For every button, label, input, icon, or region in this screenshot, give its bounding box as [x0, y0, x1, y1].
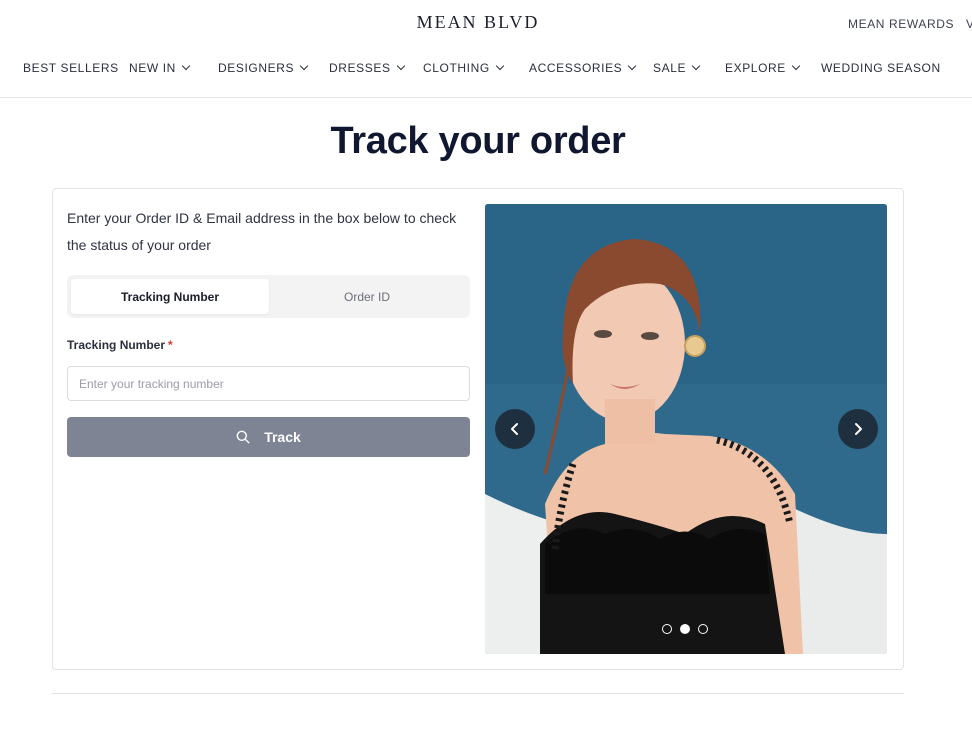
carousel-dot[interactable] — [698, 624, 708, 634]
main-nav: BEST SELLERS NEW IN DESIGNERS DRESSES CL… — [0, 61, 972, 77]
nav-label: DESIGNERS — [218, 61, 295, 75]
rewards-link[interactable]: MEAN REWARDS — [848, 17, 954, 31]
chevron-down-icon — [181, 61, 191, 71]
chevron-down-icon — [628, 61, 637, 71]
nav-item-wedding-season[interactable]: WEDDING SEASON — [821, 61, 941, 75]
tab-tracking-number[interactable]: Tracking Number — [71, 279, 269, 314]
chevron-down-icon — [396, 61, 405, 71]
nav-label: NEW IN — [129, 61, 176, 75]
nav-label: DRESSES — [329, 61, 391, 75]
nav-item-clothing[interactable]: CLOTHING — [423, 61, 505, 75]
model-photo — [485, 204, 887, 654]
nav-item-best-sellers[interactable]: BEST SELLERS — [23, 61, 119, 75]
chevron-down-icon — [791, 61, 801, 71]
track-button-label: Track — [264, 429, 301, 445]
intro-text: Enter your Order ID & Email address in t… — [67, 210, 457, 253]
required-marker: * — [168, 338, 173, 352]
search-icon — [236, 430, 250, 444]
nav-item-dresses[interactable]: DRESSES — [329, 61, 405, 75]
field-label-text: Tracking Number — [67, 338, 166, 352]
page-title: Track your order — [330, 120, 626, 162]
footer-divider — [52, 693, 904, 694]
carousel-dot[interactable] — [662, 624, 672, 634]
chevron-down-icon — [691, 61, 701, 71]
carousel-prev-button[interactable] — [495, 409, 535, 449]
chevron-down-icon — [495, 61, 505, 71]
nav-item-new-in[interactable]: NEW IN — [129, 61, 191, 75]
nav-label: SALE — [653, 61, 687, 75]
tracking-number-label: Tracking Number * — [67, 338, 173, 352]
nav-item-designers[interactable]: DESIGNERS — [218, 61, 309, 75]
chevron-right-icon — [855, 423, 862, 435]
carousel-dots — [662, 624, 716, 634]
top-header: MEAN BLVD MEAN REWARDS V BEST SELLERS NE… — [0, 0, 972, 98]
carousel-next-button[interactable] — [838, 409, 878, 449]
brand-logo[interactable]: MEAN BLVD — [0, 12, 956, 33]
nav-item-explore[interactable]: EXPLORE — [725, 61, 801, 75]
lookup-tabs: Tracking Number Order ID — [67, 275, 470, 318]
track-button[interactable]: Track — [67, 417, 470, 457]
chevron-down-icon — [299, 61, 309, 71]
nav-item-sale[interactable]: SALE — [653, 61, 701, 75]
nav-item-accessories[interactable]: ACCESSORIES — [529, 61, 637, 75]
nav-label: EXPLORE — [725, 61, 786, 75]
nav-label: CLOTHING — [423, 61, 490, 75]
nav-label: BEST SELLERS — [23, 61, 119, 75]
nav-label: ACCESSORIES — [529, 61, 623, 75]
carousel-dot-active[interactable] — [680, 624, 690, 634]
tracking-number-input[interactable] — [67, 366, 470, 401]
chevron-left-icon — [511, 423, 518, 435]
tab-order-id[interactable]: Order ID — [268, 279, 466, 314]
carousel-image — [485, 204, 887, 654]
nav-label: WEDDING SEASON — [821, 61, 941, 75]
header-link-cut[interactable]: V — [966, 17, 972, 31]
